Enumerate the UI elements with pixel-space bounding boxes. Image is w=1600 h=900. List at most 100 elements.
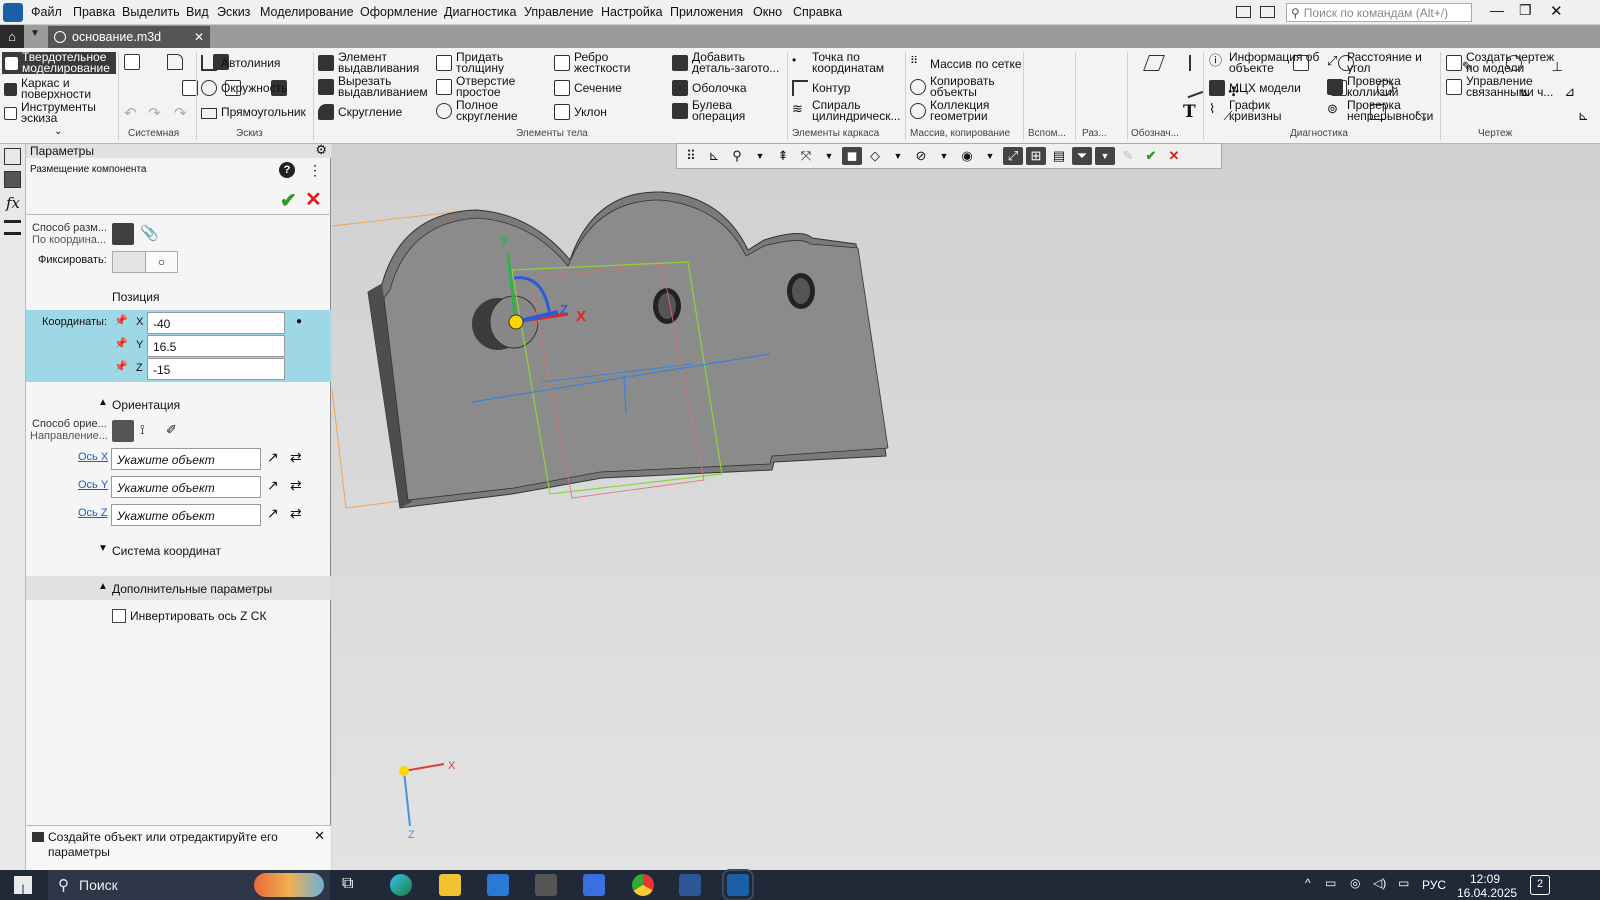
rib-button[interactable]: Ребро жесткости [554, 52, 664, 74]
circle-button[interactable]: Окружность [201, 80, 287, 96]
menu-view[interactable]: Вид [186, 5, 209, 19]
3d-viewport[interactable]: Y Z X X Z [332, 144, 1600, 870]
copy-objects-button[interactable]: Копировать объекты [910, 76, 1022, 98]
invert-z-checkbox[interactable] [112, 609, 126, 623]
chrome-icon[interactable] [632, 874, 654, 896]
parameters-tab-icon[interactable] [4, 220, 21, 235]
paperclip-icon[interactable]: 📎 [140, 224, 159, 242]
tabs-dropdown-icon[interactable]: ▼ [30, 28, 40, 39]
cs-header[interactable]: Система координат [112, 544, 221, 558]
cs-expand-icon[interactable]: ▼ [98, 543, 108, 554]
camera-dropdown-icon[interactable]: ▼ [980, 147, 1000, 165]
open-folder-icon[interactable] [167, 54, 184, 70]
pan-icon[interactable]: ⇞ [773, 147, 793, 165]
axis-z-link[interactable]: Ось Z [78, 507, 108, 519]
model-view[interactable]: Y Z X X Z [332, 144, 1600, 870]
group-aux[interactable]: Вспом... [1028, 128, 1066, 139]
zoom-icon[interactable]: ⚲ [727, 147, 747, 165]
menu-select[interactable]: Выделить [122, 5, 180, 19]
menu-modeling[interactable]: Моделирование [260, 5, 354, 19]
point-by-coords-button[interactable]: • Точка по координатам [792, 52, 904, 74]
close-tab-icon[interactable]: ✕ [194, 30, 204, 44]
command-search-input[interactable]: ⚲ Поиск по командам (Alt+/) [1286, 3, 1472, 22]
grid-array-button[interactable]: ⠿ Массив по сетке [910, 56, 1022, 72]
tray-volume-icon[interactable]: ◁) [1373, 876, 1386, 890]
placement-coords-button[interactable] [112, 223, 134, 245]
panel-settings-icon[interactable]: ⚙ [315, 142, 327, 158]
model-tree-icon[interactable] [4, 148, 21, 165]
taskbar-search[interactable]: ⚲ Поиск [48, 870, 330, 900]
menu-diagnostics[interactable]: Диагностика [444, 5, 516, 19]
object-info-button[interactable]: ⓘ Информация об объекте [1209, 52, 1325, 74]
collision-check-button[interactable]: Проверка коллизий [1327, 76, 1439, 98]
redo-icon[interactable]: ↷ [148, 104, 161, 122]
calculator-icon[interactable] [535, 874, 557, 896]
tray-time[interactable]: 12:09 [1470, 872, 1500, 886]
contour-button[interactable]: Контур [792, 80, 850, 96]
base-part-model[interactable] [367, 191, 889, 509]
text-icon[interactable]: T [1183, 102, 1196, 122]
orient-axes-icon[interactable]: ⟟ [140, 422, 145, 438]
continuity-check-button[interactable]: ⊚ Проверка непрерывности [1327, 100, 1439, 122]
add-blank-button[interactable]: Добавить деталь-загото... [672, 52, 784, 74]
explorer-icon[interactable] [439, 874, 461, 896]
menu-design[interactable]: Оформление [360, 5, 438, 19]
draft-button[interactable]: Уклон [554, 104, 607, 120]
menu-window[interactable]: Окно [753, 5, 782, 19]
axis-y-input[interactable]: Укажите объект [111, 476, 261, 498]
coord-x-input[interactable]: -40 [147, 312, 285, 334]
aux-plane-icon[interactable] [1143, 55, 1165, 71]
fix-toggle[interactable]: ○ [112, 251, 178, 273]
menu-apps[interactable]: Приложения [670, 5, 743, 19]
shaded-view-icon[interactable]: ◼ [842, 147, 862, 165]
mode-solid-modeling[interactable]: Твердотельное моделирование [2, 52, 116, 74]
redo-more-icon[interactable]: ↷ [174, 104, 187, 122]
constraints-icon[interactable]: ⊞ [1026, 147, 1046, 165]
section-view-icon[interactable]: ▤ [1049, 147, 1069, 165]
fillet-button[interactable]: Скругление [318, 104, 402, 120]
filter-icon[interactable]: ⏷ [1072, 147, 1092, 165]
tray-device-icon[interactable]: ▭ [1325, 876, 1336, 890]
minimize-button[interactable]: — [1490, 2, 1504, 18]
full-round-button[interactable]: Полное скругление [436, 100, 546, 122]
grid-icon[interactable]: ⠿ [681, 147, 701, 165]
axis-x-reverse-icon[interactable]: ⇄ [290, 449, 302, 466]
coords-dot-icon[interactable]: ● [296, 316, 302, 327]
group-array[interactable]: Массив, копирование [910, 128, 1010, 139]
layers-icon[interactable] [4, 171, 21, 188]
section-button[interactable]: Сечение [554, 80, 622, 96]
autoline-button[interactable]: Автолиния [201, 55, 280, 71]
undo-icon[interactable]: ↶ [124, 104, 137, 122]
coord-z-input[interactable]: -15 [147, 358, 285, 380]
shell-button[interactable]: Оболочка [672, 80, 747, 96]
tolerance-icon[interactable]: ⊿ [1564, 84, 1580, 100]
orientation-expand-icon[interactable]: ▲ [98, 397, 108, 408]
wireframe-view-icon[interactable]: ◇ [865, 147, 885, 165]
menu-file[interactable]: Файл [31, 5, 62, 19]
new-file-icon[interactable] [124, 54, 140, 70]
boolean-button[interactable]: Булева операция [672, 100, 784, 122]
axis-y-reverse-icon[interactable]: ⇄ [290, 477, 302, 494]
manage-linked-button[interactable]: Управление связанными ч... [1446, 76, 1560, 98]
home-tab-button[interactable]: ⌂ [0, 25, 24, 48]
menu-manage[interactable]: Управление [524, 5, 594, 19]
axis-z-input[interactable]: Укажите объект [111, 504, 261, 526]
toolbar-confirm-icon[interactable]: ✔ [1141, 147, 1161, 165]
word-icon[interactable] [679, 874, 701, 896]
orient-direction-button[interactable] [112, 420, 134, 442]
hidden-icon[interactable]: ⊘ [911, 147, 931, 165]
hint-close-icon[interactable]: ✕ [314, 828, 325, 844]
coord-y-input[interactable]: 16.5 [147, 335, 285, 357]
edge-icon[interactable] [390, 874, 412, 896]
group-wire[interactable]: Элементы каркаса [792, 128, 879, 139]
menu-sketch[interactable]: Эскиз [217, 5, 250, 19]
helix-button[interactable]: ≋ Спираль цилиндрическ... [792, 100, 904, 122]
mass-props-button[interactable]: МЦХ модели [1209, 80, 1301, 96]
extrude-button[interactable]: Элемент выдавливания [318, 52, 428, 74]
extra-expand-icon[interactable]: ▲ [98, 581, 108, 592]
confirm-button[interactable]: ✔ [280, 188, 297, 213]
curvature-graph-button[interactable]: ⌇ График кривизны [1209, 100, 1325, 122]
axis-x-direction-icon[interactable]: ↗ [267, 449, 279, 466]
axis-y-link[interactable]: Ось Y [78, 479, 108, 491]
toolbar-cancel-icon[interactable]: ✕ [1164, 147, 1184, 165]
